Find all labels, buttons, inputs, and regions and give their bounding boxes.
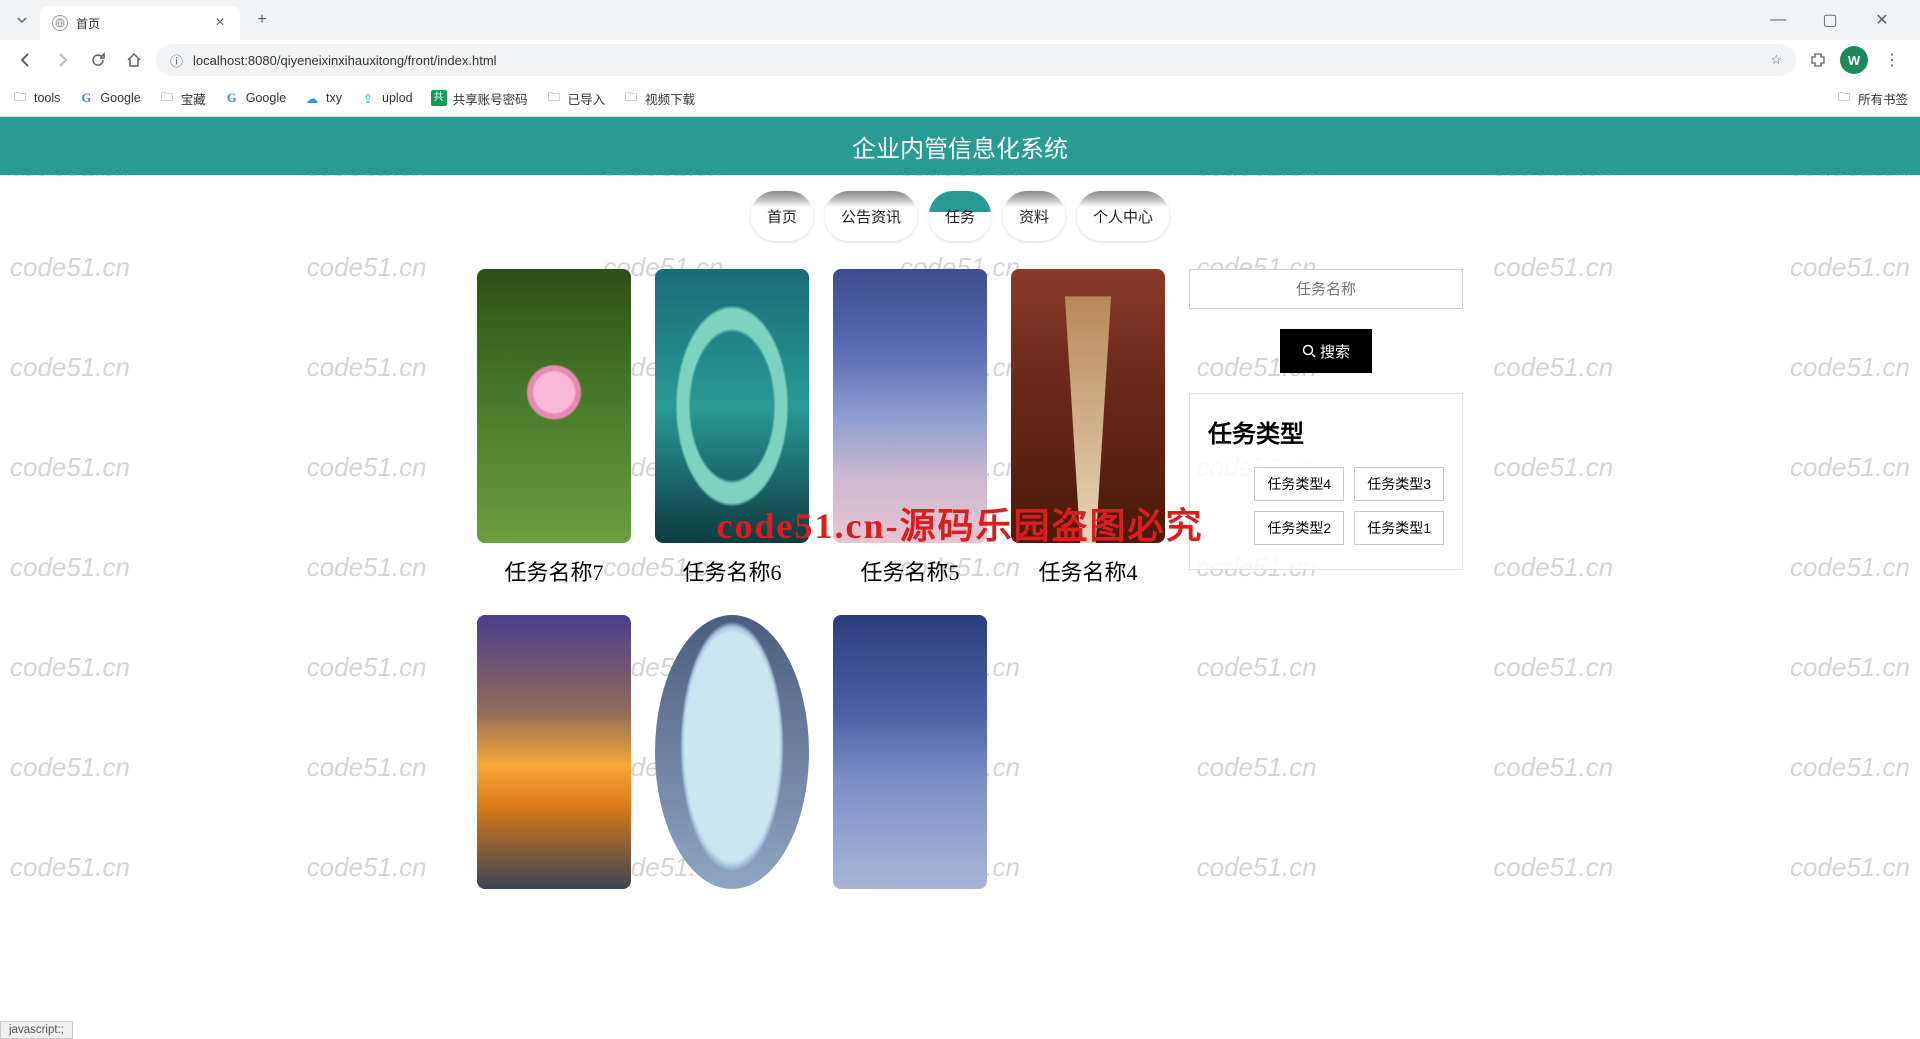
task-card[interactable]: 任务名称6 [655, 269, 809, 587]
browser-chrome: 首页 × + — ▢ ✕ ⓘ localhost:8080/qiyeneixin… [0, 0, 1920, 117]
back-button[interactable] [12, 46, 40, 74]
task-card[interactable] [655, 615, 809, 901]
cloud-icon: ☁ [304, 90, 320, 106]
page-title-banner: 企业内管信息化系统 [0, 117, 1920, 175]
card-title: 任务名称4 [1011, 555, 1165, 587]
bookmark-upload[interactable]: ⇪uplod [360, 90, 413, 106]
nav-home[interactable]: 首页 [751, 191, 813, 241]
search-button[interactable]: 搜索 [1280, 329, 1372, 373]
profile-avatar[interactable]: W [1840, 46, 1868, 74]
search-input[interactable] [1190, 281, 1462, 298]
category-box: 任务类型 任务类型4 任务类型3 任务类型2 任务类型1 [1189, 393, 1463, 570]
task-card[interactable]: 任务名称5 [833, 269, 987, 587]
globe-icon [52, 15, 68, 31]
bookmark-video-dl[interactable]: 🗀视频下载 [623, 89, 695, 108]
close-icon[interactable]: × [212, 15, 228, 31]
bookmark-baozang[interactable]: 🗀宝藏 [159, 89, 206, 108]
task-card[interactable]: 任务名称4 [1011, 269, 1165, 587]
card-title: 任务名称7 [477, 555, 631, 587]
url-text: localhost:8080/qiyeneixinxihauxitong/fro… [193, 53, 497, 68]
task-card[interactable] [477, 615, 631, 901]
menu-icon[interactable]: ⋮ [1876, 50, 1908, 70]
bookmarks-bar: 🗀tools GGoogle 🗀宝藏 GGoogle ☁txy ⇪uplod 共… [0, 80, 1920, 116]
page-title: 企业内管信息化系统 [852, 129, 1068, 164]
nav-material[interactable]: 资料 [1003, 191, 1065, 241]
category-title: 任务类型 [1208, 414, 1444, 449]
task-card[interactable] [833, 615, 987, 901]
bookmark-txy[interactable]: ☁txy [304, 90, 342, 106]
bookmark-share-pwd[interactable]: 共共享账号密码 [431, 89, 528, 108]
card-title: 任务名称6 [655, 555, 809, 587]
page-viewport: code51.cncode51.cncode51.cncode51.cncode… [0, 117, 1920, 1039]
sidebar: 搜索 任务类型 任务类型4 任务类型3 任务类型2 任务类型1 [1189, 269, 1463, 901]
browser-tab[interactable]: 首页 × [40, 6, 240, 40]
bookmark-google[interactable]: GGoogle [78, 90, 140, 106]
reload-button[interactable] [84, 46, 112, 74]
new-tab-button[interactable]: + [248, 6, 276, 34]
folder-icon: 🗀 [1836, 90, 1852, 106]
bookmark-google-2[interactable]: GGoogle [224, 90, 286, 106]
bookmark-imported[interactable]: 🗀已导入 [546, 89, 606, 108]
search-button-label: 搜索 [1320, 341, 1350, 362]
card-thumb [655, 615, 809, 889]
folder-icon: 🗀 [159, 90, 175, 106]
upload-icon: ⇪ [360, 90, 376, 106]
search-icon [1302, 344, 1316, 358]
search-box [1189, 269, 1463, 309]
tab-strip: 首页 × + — ▢ ✕ [0, 0, 1920, 40]
card-thumb [833, 269, 987, 543]
google-icon: G [78, 90, 94, 106]
card-thumb [833, 615, 987, 889]
home-button[interactable] [120, 46, 148, 74]
google-icon: G [224, 90, 240, 106]
address-row: ⓘ localhost:8080/qiyeneixinxihauxitong/f… [0, 40, 1920, 80]
address-bar[interactable]: ⓘ localhost:8080/qiyeneixinxihauxitong/f… [156, 44, 1796, 76]
extensions-icon[interactable] [1804, 46, 1832, 74]
maximize-button[interactable]: ▢ [1816, 10, 1844, 30]
bookmark-all[interactable]: 🗀所有书签 [1836, 89, 1908, 108]
star-icon[interactable]: ☆ [1770, 52, 1782, 68]
card-thumb [655, 269, 809, 543]
content: 任务名称7 任务名称6 任务名称5 任务名称4 搜索 任务类型 任务类型4 任务… [0, 249, 1920, 941]
folder-icon: 🗀 [623, 90, 639, 106]
category-tag[interactable]: 任务类型2 [1254, 511, 1344, 545]
status-bar: javascript:; [0, 1021, 73, 1039]
card-thumb [477, 269, 631, 543]
card-thumb [1011, 269, 1165, 543]
card-grid: 任务名称7 任务名称6 任务名称5 任务名称4 [477, 269, 1165, 901]
task-card[interactable]: 任务名称7 [477, 269, 631, 587]
category-tag[interactable]: 任务类型4 [1254, 467, 1344, 501]
minimize-button[interactable]: — [1764, 10, 1792, 30]
close-window-button[interactable]: ✕ [1868, 10, 1896, 30]
card-thumb [477, 615, 631, 889]
card-title: 任务名称5 [833, 555, 987, 587]
info-icon[interactable]: ⓘ [170, 51, 183, 70]
nav-task[interactable]: 任务 [929, 191, 991, 241]
tab-dropdown-icon[interactable] [8, 6, 36, 34]
category-tag[interactable]: 任务类型3 [1354, 467, 1444, 501]
bookmark-tools[interactable]: 🗀tools [12, 90, 60, 106]
main-nav: 首页 公告资讯 任务 资料 个人中心 [0, 183, 1920, 249]
share-icon: 共 [431, 90, 447, 106]
tab-title: 首页 [76, 15, 204, 32]
forward-button[interactable] [48, 46, 76, 74]
nav-news[interactable]: 公告资讯 [825, 191, 917, 241]
tag-list: 任务类型4 任务类型3 任务类型2 任务类型1 [1208, 467, 1444, 545]
category-tag[interactable]: 任务类型1 [1354, 511, 1444, 545]
folder-icon: 🗀 [12, 90, 28, 106]
nav-personal[interactable]: 个人中心 [1077, 191, 1169, 241]
folder-icon: 🗀 [546, 90, 562, 106]
